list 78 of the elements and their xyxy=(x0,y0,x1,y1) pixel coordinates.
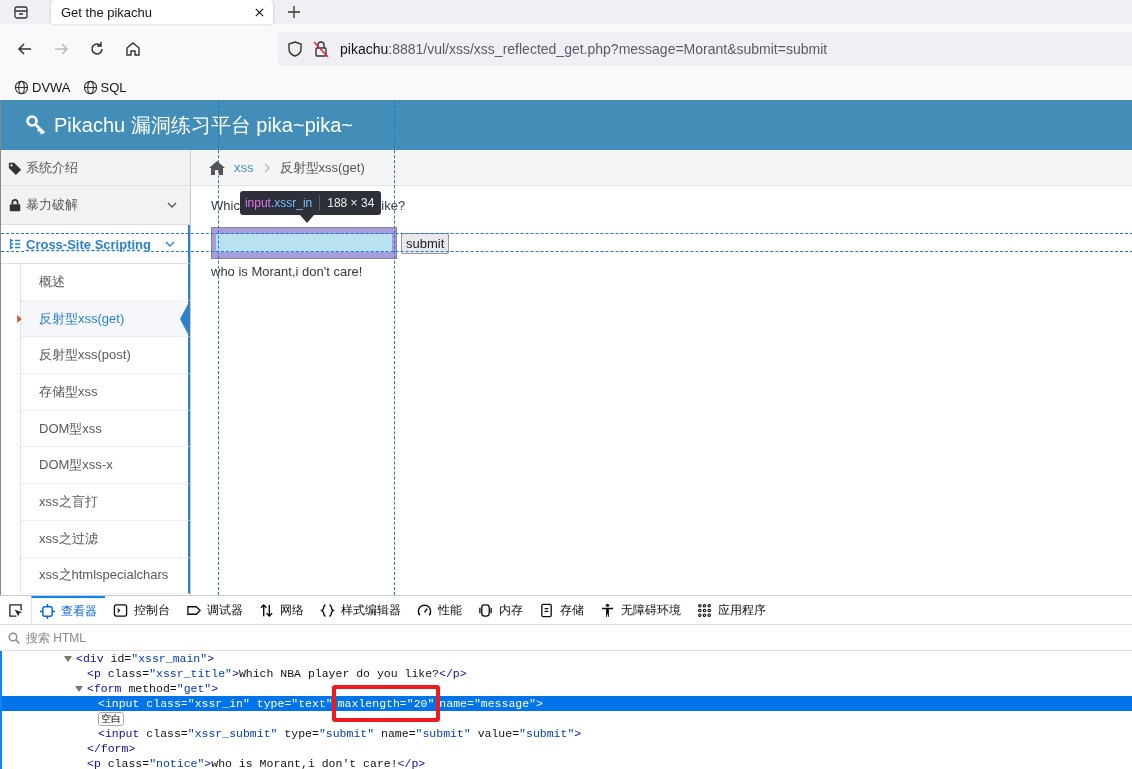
search-field[interactable]: 搜索 HTML xyxy=(24,629,1132,646)
expand-triangle-icon[interactable] xyxy=(75,684,83,693)
breadcrumb-current: 反射型xss(get) xyxy=(279,158,365,177)
devtools-tab[interactable]: 应用程序 xyxy=(689,596,774,624)
submenu-item[interactable]: xss之盲打 xyxy=(20,484,190,521)
devtools-tab[interactable]: 查看器 xyxy=(31,596,105,624)
browser-tab[interactable]: Get the pikachu xyxy=(51,0,273,24)
selection-highlight[interactable] xyxy=(2,696,1132,711)
tab-list-icon[interactable] xyxy=(13,4,29,20)
input-field[interactable] xyxy=(211,227,397,259)
submenu-item[interactable]: xss之过滤 xyxy=(20,520,190,558)
notice-text: who is Morant,i don't care! xyxy=(211,264,364,279)
submenu-item[interactable]: 反射型xss(post) xyxy=(20,337,190,375)
bookmark[interactable]: DVWA xyxy=(14,79,71,95)
devtools-tab[interactable]: 样式编辑器 xyxy=(312,596,409,624)
notch-icon xyxy=(180,303,188,334)
devtools-tab[interactable]: 性能 xyxy=(409,596,470,624)
home-icon[interactable] xyxy=(124,40,142,58)
submenu-item[interactable]: DOM型xss-x xyxy=(20,447,190,485)
person-icon xyxy=(600,602,615,618)
devtools-tab[interactable]: 控制台 xyxy=(105,596,178,624)
bookmark[interactable]: SQL xyxy=(82,79,127,95)
submenu-item[interactable]: 存储型xss xyxy=(20,374,190,411)
tab-title: Get the pikachu xyxy=(61,4,153,20)
code-line-text: </form> xyxy=(87,742,136,755)
grid-icon xyxy=(697,602,712,618)
address-bar[interactable]: pikachu:8881/vul/xss/xss_reflected_get.php?message=Morant&submit=submit xyxy=(278,32,1132,66)
braces-icon xyxy=(320,602,335,618)
sidebar-item[interactable]: 系统介绍 xyxy=(1,150,190,186)
reload-icon[interactable] xyxy=(88,40,106,58)
key-icon xyxy=(26,115,46,135)
tag-icon xyxy=(8,160,22,175)
tooltip-arrow-icon xyxy=(299,215,314,223)
devtools-tab[interactable]: 存储 xyxy=(531,596,592,624)
new-tab-icon[interactable] xyxy=(286,4,302,20)
insecure-lock-icon[interactable] xyxy=(312,40,330,58)
code-line-text: name="message"> xyxy=(439,697,543,710)
code-line-text: <div id="xssr_main"> xyxy=(76,652,215,665)
code-line-text: <form method="get"> xyxy=(87,682,219,695)
chip-icon xyxy=(478,602,493,618)
devtools-tab[interactable]: 调试器 xyxy=(178,596,251,624)
submenu-item[interactable]: xss之htmlspecialchars xyxy=(20,557,190,595)
submit-button[interactable]: submit xyxy=(401,232,450,254)
url-text: pikachu:8881/vul/xss/xss_reflected_get.php?message=Morant&submit=submit xyxy=(340,41,828,57)
submenu-item[interactable]: 反射型xss(get) xyxy=(20,300,190,338)
expand-triangle-icon[interactable] xyxy=(64,654,72,663)
whitespace-badge: 空白 xyxy=(98,711,124,726)
site-title: Pikachu 漏洞练习平台 pika~pika~ xyxy=(54,112,353,138)
document-icon xyxy=(539,602,554,618)
arrows-icon xyxy=(259,602,274,618)
sidebar-item[interactable]: 暴力破解 xyxy=(1,186,190,225)
code-line-text: <input class="xssr_submit" type="submit" name="submit" value="submit"> xyxy=(98,727,582,740)
gauge-icon xyxy=(417,602,432,618)
submenu-item[interactable]: DOM型xss xyxy=(20,410,190,448)
terminal-icon xyxy=(113,602,128,618)
search-icon xyxy=(8,631,20,644)
question-text: ike? xyxy=(381,197,406,213)
home-icon[interactable] xyxy=(208,159,226,176)
code-line-text: <p class="xssr_title">Which NBA player do you like?</p> xyxy=(87,667,467,680)
submenu-item[interactable]: 概述 xyxy=(20,264,190,301)
sidebar-item[interactable]: Cross-Site Scripting xyxy=(1,225,190,264)
pick-element-icon[interactable] xyxy=(8,602,23,618)
globe-icon xyxy=(14,79,29,95)
shield-icon[interactable] xyxy=(286,40,304,58)
devtools-tab[interactable]: 无障碍环境 xyxy=(592,596,689,624)
close-icon[interactable] xyxy=(254,6,265,18)
lock-icon xyxy=(8,198,22,212)
question-text: Whic xyxy=(211,197,240,213)
caret-icon xyxy=(17,314,22,323)
annotation-box: maxlength="20" xyxy=(331,685,441,722)
code-line-text: <p class="notice">who is Morant,i don't care!</p> xyxy=(87,757,426,769)
chevron-icon xyxy=(262,162,271,173)
list-icon xyxy=(8,237,22,251)
code-line-text: <input class="xssr_in" type="text" xyxy=(98,697,333,710)
devtools-tab[interactable]: 网络 xyxy=(251,596,312,624)
target-icon xyxy=(40,603,55,619)
devtools-tab[interactable]: 内存 xyxy=(470,596,531,624)
globe-icon xyxy=(82,79,98,95)
